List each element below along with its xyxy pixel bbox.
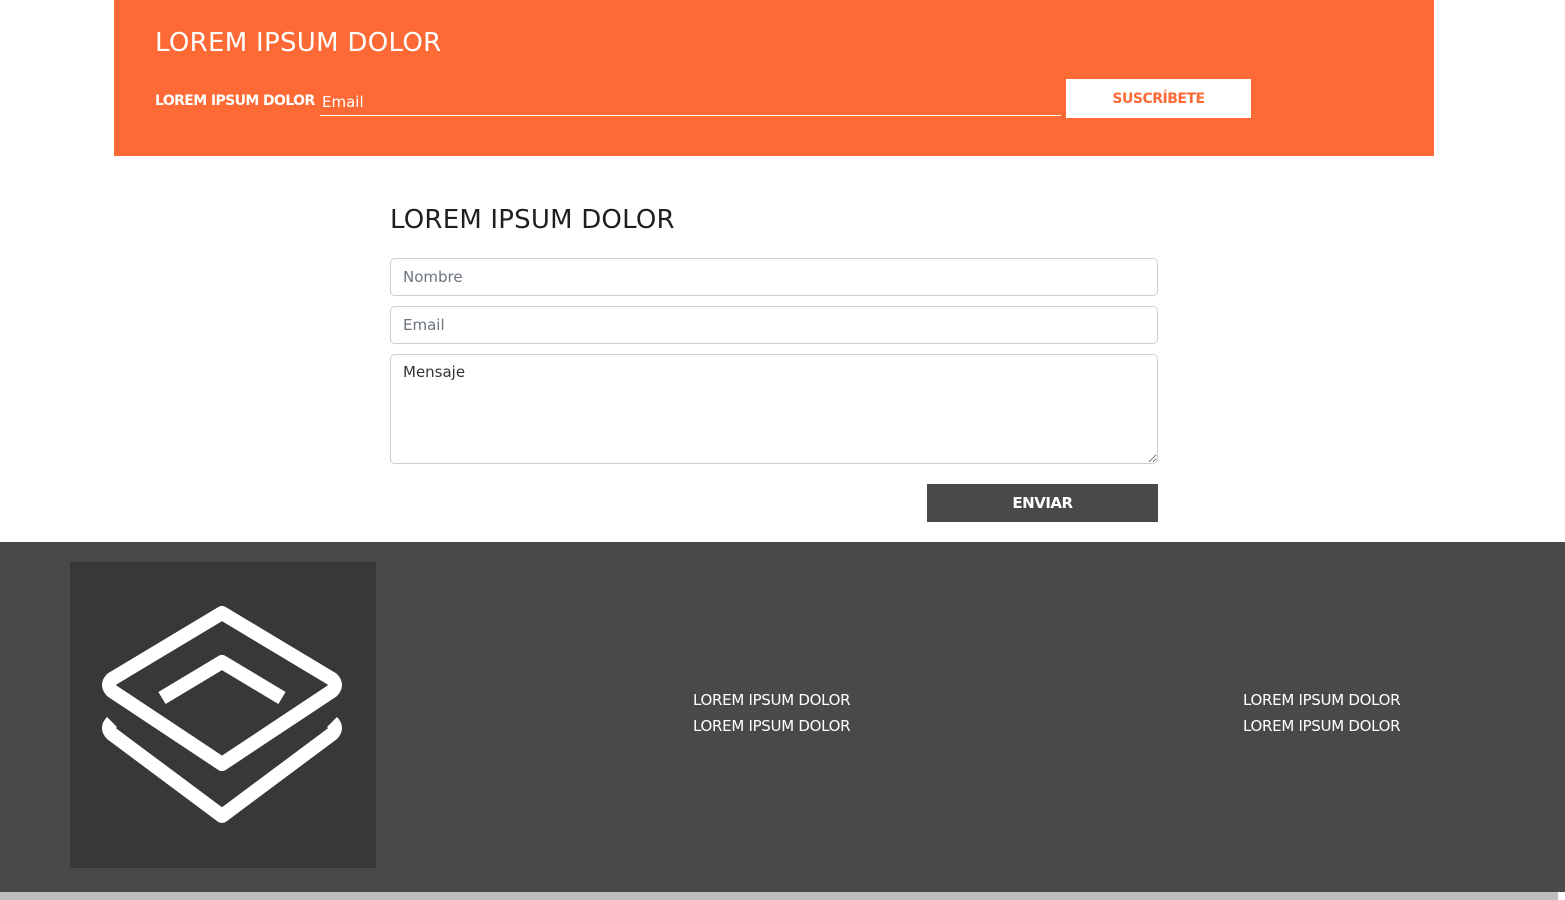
stacked-layers-icon — [102, 606, 342, 823]
send-button[interactable]: ENVIAR — [927, 484, 1158, 522]
footer-link[interactable]: LOREM IPSUM DOLOR — [693, 717, 851, 736]
subscribe-banner: LOREM IPSUM DOLOR LOREM IPSUM DOLOR SUSC… — [114, 0, 1434, 156]
footer-column-1: LOREM IPSUM DOLOR LOREM IPSUM DOLOR — [693, 691, 851, 736]
name-field[interactable] — [390, 258, 1158, 296]
contact-title: LOREM IPSUM DOLOR — [390, 205, 675, 235]
subscribe-title: LOREM IPSUM DOLOR — [155, 28, 442, 58]
email-field[interactable] — [390, 306, 1158, 344]
message-field[interactable] — [390, 354, 1158, 464]
logo — [70, 562, 376, 868]
footer: LOREM IPSUM DOLOR LOREM IPSUM DOLOR LORE… — [0, 542, 1565, 892]
horizontal-scrollbar[interactable] — [0, 892, 1565, 900]
footer-link[interactable]: LOREM IPSUM DOLOR — [1243, 717, 1401, 736]
scrollbar-corner — [1558, 892, 1565, 900]
footer-link[interactable]: LOREM IPSUM DOLOR — [693, 691, 851, 710]
subscribe-label: LOREM IPSUM DOLOR — [155, 93, 315, 109]
subscribe-email-input[interactable] — [320, 88, 1061, 116]
footer-column-2: LOREM IPSUM DOLOR LOREM IPSUM DOLOR — [1243, 691, 1401, 736]
subscribe-button[interactable]: SUSCRÍBETE — [1066, 79, 1251, 118]
footer-link[interactable]: LOREM IPSUM DOLOR — [1243, 691, 1401, 710]
